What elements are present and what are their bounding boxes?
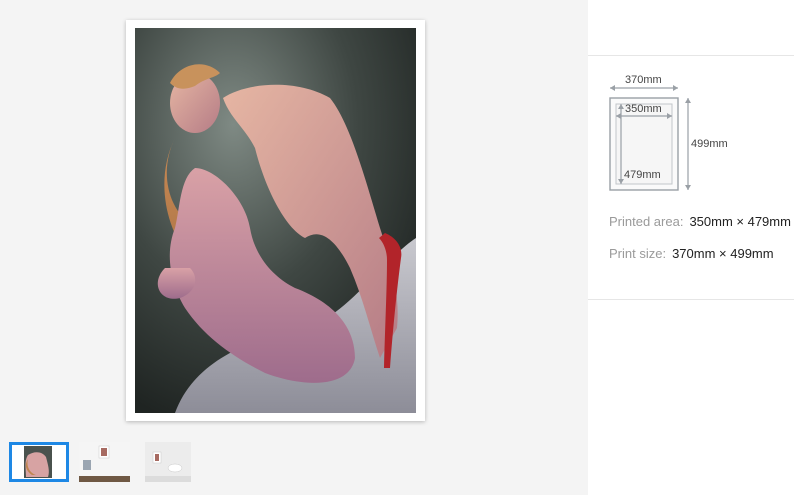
divider [588,55,794,56]
inner-height-label: 479mm [624,169,661,181]
printed-area-row: Printed area: 350mm × 479mm [609,214,791,229]
thumbnail-white-room-image [145,442,191,482]
poster-preview [126,20,425,421]
inner-width-label: 350mm [625,103,662,115]
artwork-illustration [135,28,416,413]
product-details-panel: 370mm 350mm 499mm 479mm Printed area: 350… [588,0,794,495]
thumbnail-white-room[interactable] [145,442,191,482]
divider [588,299,794,300]
artwork-image [135,28,416,413]
outer-height-label: 499mm [691,138,728,150]
print-size-value: 370mm × 499mm [672,246,774,261]
dimension-lines [609,85,691,191]
printed-area-label: Printed area: [609,214,684,229]
print-size-label: Print size: [609,246,667,261]
dimension-diagram: 370mm 350mm 499mm 479mm [602,72,732,197]
print-size-row: Print size: 370mm × 499mm [609,246,774,261]
thumbnail-artwork-image [12,445,66,479]
printed-area-value: 350mm × 479mm [689,214,791,229]
thumbnail-room-image [79,442,130,482]
thumbnail-room-mockup[interactable] [79,442,130,482]
outer-width-label: 370mm [625,74,662,86]
product-image-panel [0,0,588,495]
thumbnail-artwork[interactable] [9,442,69,482]
